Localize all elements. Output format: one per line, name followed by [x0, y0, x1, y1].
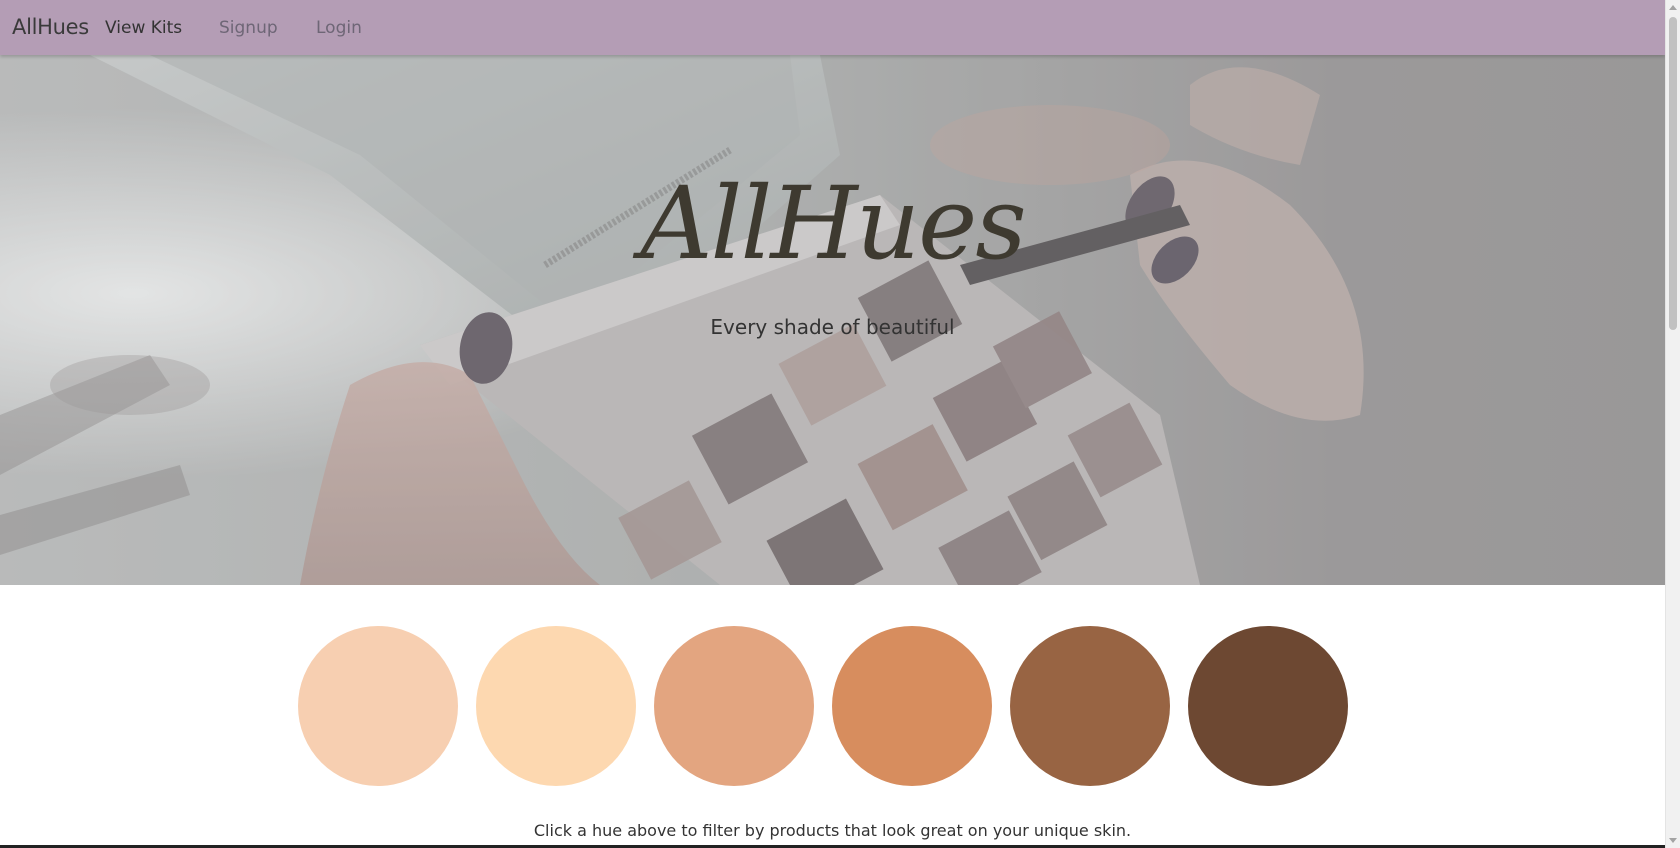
nav-login[interactable]: Login [316, 18, 362, 38]
vertical-scrollbar[interactable] [1665, 0, 1680, 848]
nav-view-kits[interactable]: View Kits [105, 18, 182, 38]
filter-hint: Click a hue above to filter by products … [533, 821, 1132, 840]
hue-swatch-1[interactable] [298, 626, 458, 786]
scrollbar-thumb[interactable] [1669, 17, 1677, 330]
nav-signup[interactable]: Signup [219, 18, 278, 38]
hero-banner: AllHues Every shade of beautiful [0, 55, 1665, 585]
scroll-down-arrow-icon[interactable] [1669, 838, 1677, 843]
hero-title: AllHues [640, 165, 1026, 282]
scroll-up-arrow-icon[interactable] [1669, 5, 1677, 10]
hue-swatch-6[interactable] [1188, 626, 1348, 786]
navbar: AllHues View Kits Signup Login [0, 0, 1665, 55]
hue-swatch-2[interactable] [476, 626, 636, 786]
hue-swatch-3[interactable] [654, 626, 814, 786]
brand-link[interactable]: AllHues [12, 15, 89, 39]
hue-swatches [0, 626, 1665, 786]
hue-swatch-5[interactable] [1010, 626, 1170, 786]
page: AllHues View Kits Signup Login AllHues E… [0, 0, 1680, 848]
hero-subtitle: Every shade of beautiful [710, 315, 955, 339]
viewport: AllHues View Kits Signup Login AllHues E… [0, 0, 1665, 845]
hue-swatch-4[interactable] [832, 626, 992, 786]
